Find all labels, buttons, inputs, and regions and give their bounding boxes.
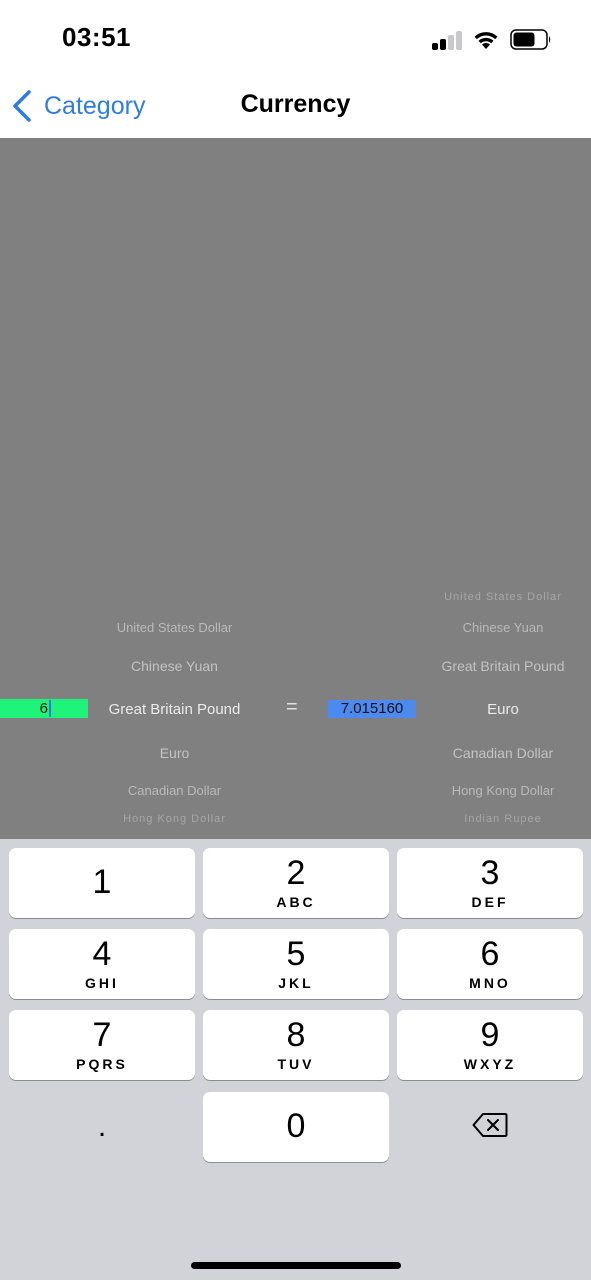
numeric-keypad: 1 2 ABC 3 DEF 4 GHI 5 JKL 6 MNO 7 PQRS 8…: [0, 839, 591, 1280]
key-digit: 8: [286, 1016, 306, 1054]
result-value: 7.015160: [328, 700, 416, 718]
key-6[interactable]: 6 MNO: [397, 929, 583, 999]
key-3[interactable]: 3 DEF: [397, 848, 583, 918]
amount-input[interactable]: 6: [0, 699, 88, 718]
picker-option[interactable]: Great Britain Pound: [418, 658, 588, 674]
picker-option[interactable]: Euro: [88, 745, 261, 761]
wifi-icon: [474, 32, 498, 49]
key-letters: JKL: [278, 975, 314, 991]
status-time: 03:51: [62, 22, 131, 52]
picker-option[interactable]: Chinese Yuan: [88, 658, 261, 674]
key-digit: 7: [92, 1016, 112, 1054]
battery-icon: [510, 29, 551, 50]
key-letters: WXYZ: [463, 1056, 517, 1072]
key-digit: 5: [286, 935, 306, 973]
key-decimal[interactable]: .: [9, 1092, 195, 1162]
key-4[interactable]: 4 GHI: [9, 929, 195, 999]
converter-area: United States Dollar Chinese Yuan Great …: [0, 138, 591, 839]
key-letters: PQRS: [76, 1056, 128, 1072]
picker-option[interactable]: Hong Kong Dollar: [418, 783, 588, 798]
from-currency-picker[interactable]: United States Dollar Chinese Yuan Great …: [88, 138, 261, 839]
key-digit: 6: [480, 935, 500, 973]
key-digit: 2: [286, 854, 306, 892]
picker-option[interactable]: United States Dollar: [88, 620, 261, 635]
picker-option[interactable]: Chinese Yuan: [418, 620, 588, 635]
key-5[interactable]: 5 JKL: [203, 929, 389, 999]
picker-option[interactable]: United States Dollar: [418, 591, 588, 603]
page-title: Currency: [240, 90, 351, 118]
key-1[interactable]: 1: [9, 848, 195, 918]
key-digit: 1: [92, 863, 112, 901]
key-digit: 0: [286, 1107, 306, 1145]
key-digit: 3: [480, 854, 500, 892]
amount-value: 6: [39, 700, 48, 717]
key-letters: GHI: [85, 975, 119, 991]
navigation-bar: Category Currency: [0, 80, 591, 138]
picker-option[interactable]: Hong Kong Dollar: [88, 813, 261, 825]
key-2[interactable]: 2 ABC: [203, 848, 389, 918]
key-digit: 4: [92, 935, 112, 973]
delete-key[interactable]: [397, 1092, 583, 1162]
picker-option[interactable]: Canadian Dollar: [88, 783, 261, 798]
text-caret: [49, 700, 51, 717]
picker-option[interactable]: Indian Rupee: [418, 813, 588, 825]
signal-icon: [432, 30, 464, 50]
key-8[interactable]: 8 TUV: [203, 1010, 389, 1080]
key-0[interactable]: 0: [203, 1092, 389, 1162]
key-digit: 9: [480, 1016, 500, 1054]
to-currency-picker[interactable]: United States Dollar Chinese Yuan Great …: [418, 138, 588, 839]
key-7[interactable]: 7 PQRS: [9, 1010, 195, 1080]
status-bar: 03:51: [0, 0, 591, 80]
picker-option-selected[interactable]: Great Britain Pound: [88, 701, 261, 718]
key-decimal-label: .: [97, 1110, 107, 1143]
picker-option[interactable]: Canadian Dollar: [418, 745, 588, 761]
key-9[interactable]: 9 WXYZ: [397, 1010, 583, 1080]
key-letters: DEF: [471, 894, 509, 910]
delete-backspace-icon: [472, 1113, 508, 1137]
equals-sign: =: [286, 696, 298, 718]
key-letters: MNO: [469, 975, 511, 991]
key-letters: ABC: [276, 894, 316, 910]
picker-option-selected[interactable]: Euro: [418, 701, 588, 718]
key-letters: TUV: [277, 1056, 315, 1072]
home-indicator: [191, 1262, 401, 1269]
